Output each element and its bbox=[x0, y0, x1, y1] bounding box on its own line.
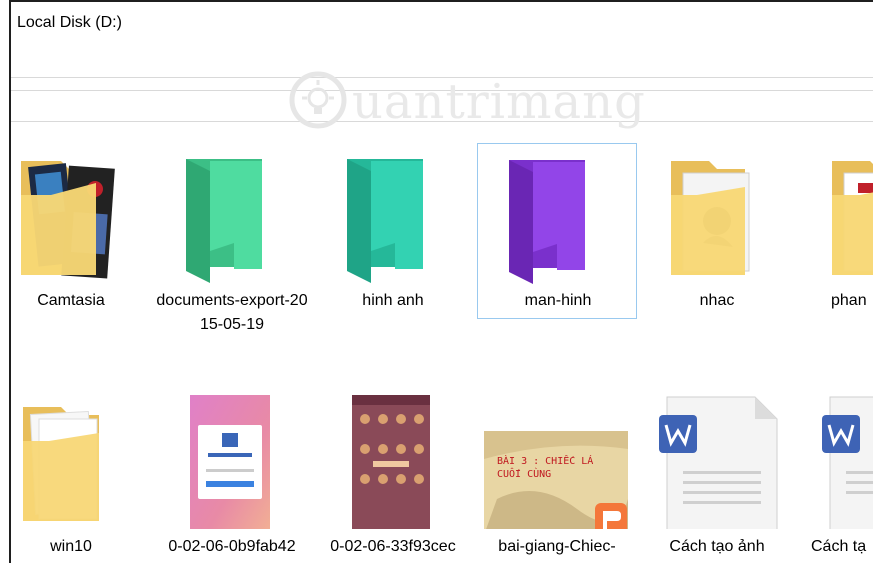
folder-item[interactable]: documents-export-2015-05-19 bbox=[152, 143, 312, 333]
window-frame-top bbox=[9, 0, 873, 2]
file-label: bai-giang-Chiec- bbox=[498, 538, 616, 555]
folder-label: win10 bbox=[50, 538, 92, 555]
folder-label: documents-export-2015-05-19 bbox=[156, 292, 308, 333]
file-item[interactable]: 0-02-06-0b9fab42 bbox=[152, 389, 312, 565]
folder-label: man-hinh bbox=[524, 292, 592, 309]
watermark-text: uantrimang bbox=[352, 74, 646, 130]
watermark: uantrimang bbox=[288, 70, 645, 140]
folder-item[interactable]: win10 bbox=[0, 389, 151, 565]
folder-with-image-icon bbox=[671, 161, 750, 275]
folder-with-image-icon bbox=[832, 161, 873, 275]
file-label: 0-02-06-0b9fab42 bbox=[168, 538, 296, 555]
word-document-icon bbox=[822, 396, 873, 529]
file-item[interactable]: BÀI 3 : CHIẾC LÁ CUỐI CÙNG bai-giang-Chi… bbox=[477, 389, 637, 565]
lightbulb-icon bbox=[289, 71, 347, 129]
folder-item[interactable]: Camtasia bbox=[0, 143, 151, 319]
folder-item-selected[interactable]: man-hinh bbox=[477, 143, 637, 319]
file-label: Cách tạo ảnh bbox=[669, 538, 765, 555]
folder-label: nhac bbox=[699, 292, 735, 309]
file-label: 0-02-06-33f93cec bbox=[330, 538, 456, 555]
folder-label: hinh anh bbox=[362, 292, 424, 309]
folder-item[interactable]: phan bbox=[800, 143, 873, 319]
file-label: Cách tạ bbox=[811, 538, 867, 555]
folder-label: phan bbox=[831, 292, 867, 309]
folder-item[interactable]: hinh anh bbox=[313, 143, 473, 319]
folder-label: Camtasia bbox=[37, 292, 105, 309]
folder-with-images-icon bbox=[21, 161, 115, 279]
slide-title: BÀI 3 : CHIẾC LÁ CUỐI CÙNG bbox=[497, 456, 594, 480]
file-item[interactable]: 0-02-06-33f93cec bbox=[313, 389, 473, 565]
word-document-icon bbox=[659, 396, 778, 529]
purple-folder-icon bbox=[509, 160, 585, 284]
image-thumbnail-icon bbox=[352, 395, 430, 529]
teal-folder-icon bbox=[347, 159, 423, 283]
folder-item[interactable]: nhac bbox=[637, 143, 797, 319]
file-item[interactable]: Cách tạo ảnh bbox=[637, 389, 797, 565]
folder-with-documents-icon bbox=[23, 407, 99, 521]
green-folder-icon bbox=[186, 159, 262, 283]
window-title: Local Disk (D:) bbox=[17, 14, 122, 31]
file-item[interactable]: Cách tạ bbox=[800, 389, 873, 565]
image-thumbnail-icon bbox=[190, 395, 270, 529]
